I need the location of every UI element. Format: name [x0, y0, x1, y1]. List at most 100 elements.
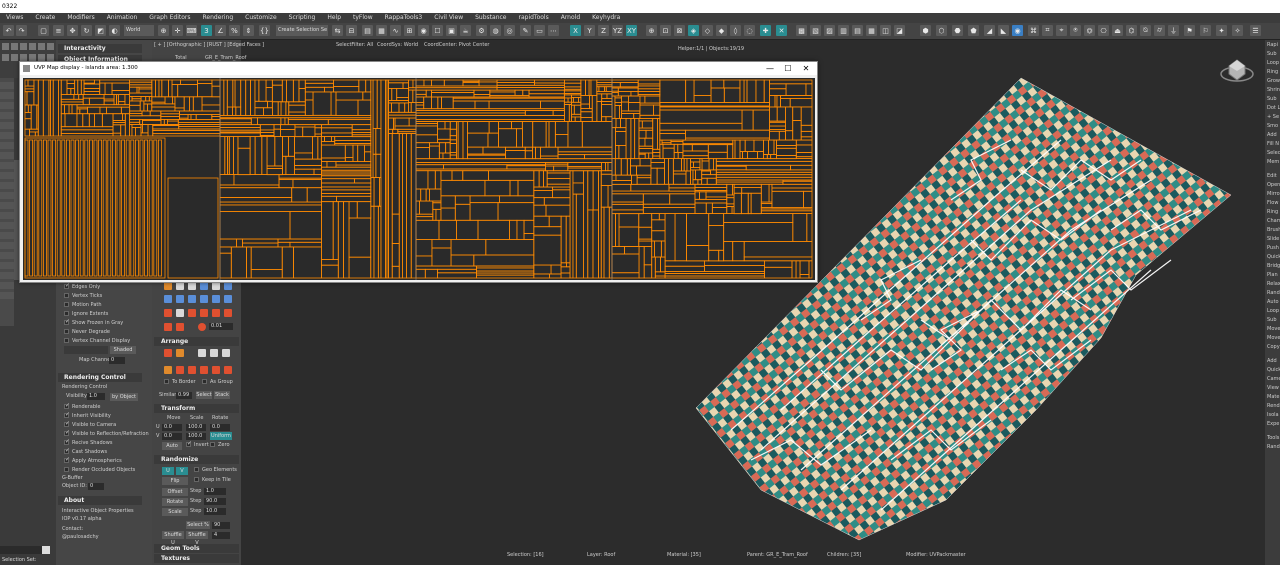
- flip-c-icon[interactable]: [212, 309, 220, 317]
- plugin-f-icon[interactable]: ▦: [866, 25, 877, 36]
- schematic-view-icon[interactable]: ⊞: [404, 25, 415, 36]
- uv-tool-b-icon[interactable]: [176, 282, 184, 290]
- render-frame-icon[interactable]: ▣: [446, 25, 457, 36]
- align-e-icon[interactable]: [212, 295, 220, 303]
- menu-graph-editors[interactable]: Graph Editors: [143, 13, 196, 23]
- explorer-row[interactable]: [0, 212, 14, 219]
- right-panel-item[interactable]: Slide: [1267, 236, 1279, 242]
- right-panel-item[interactable]: Move: [1267, 326, 1280, 332]
- uv-tool-d-icon[interactable]: [200, 282, 208, 290]
- plugin-l-icon[interactable]: ⬟: [968, 25, 979, 36]
- explorer-row[interactable]: [0, 102, 14, 109]
- menu-substance[interactable]: Substance: [469, 13, 512, 23]
- stack-c-icon[interactable]: [188, 366, 196, 374]
- right-panel-item[interactable]: Dot L: [1267, 105, 1280, 111]
- menu-tyflow[interactable]: tyFlow: [347, 13, 379, 23]
- render-prop-cast-shadows[interactable]: Cast Shadows: [64, 447, 107, 456]
- right-panel-item[interactable]: Open: [1267, 182, 1280, 188]
- uv-tool-e-icon[interactable]: [212, 282, 220, 290]
- tool-d-icon[interactable]: ✎: [520, 25, 531, 36]
- rollout-randomize[interactable]: Randomize: [154, 455, 239, 464]
- plugin-ad-icon[interactable]: ✧: [1232, 25, 1243, 36]
- maximize-icon[interactable]: ☐: [778, 62, 798, 75]
- uniform-button[interactable]: Uniform: [210, 432, 232, 440]
- auto-dropdown[interactable]: Auto: [162, 442, 182, 450]
- plugin-q-icon[interactable]: ⌗: [1042, 25, 1053, 36]
- select-by-name-icon[interactable]: ≡: [53, 25, 64, 36]
- display-prop-ignore-extents[interactable]: Ignore Extents: [64, 310, 108, 318]
- rollout-about[interactable]: About: [58, 496, 142, 505]
- plugin-p-icon[interactable]: ⌘: [1028, 25, 1039, 36]
- uv-tool-c-icon[interactable]: [188, 282, 196, 290]
- align-b-icon[interactable]: [176, 295, 184, 303]
- plugin-ab-icon[interactable]: ⚐: [1200, 25, 1211, 36]
- shuffle-spinner[interactable]: 4: [212, 532, 230, 539]
- explorer-row[interactable]: [0, 142, 14, 149]
- arrange-a-icon[interactable]: [164, 349, 172, 357]
- right-panel-item[interactable]: Copy: [1267, 344, 1280, 350]
- move-u-spinner[interactable]: 0.0: [162, 424, 182, 431]
- tool-c-icon[interactable]: ◎: [504, 25, 515, 36]
- arrange-d-icon[interactable]: [210, 349, 218, 357]
- explorer-icon-k[interactable]: [38, 54, 45, 61]
- explorer-icon-c[interactable]: [20, 43, 27, 50]
- explorer-icon-f[interactable]: [47, 43, 54, 50]
- plugin-a-icon[interactable]: ▩: [796, 25, 807, 36]
- plugin-h-icon[interactable]: ◪: [894, 25, 905, 36]
- undo-icon[interactable]: ↶: [3, 25, 14, 36]
- menu-views[interactable]: Views: [0, 13, 29, 23]
- plugin-y-icon[interactable]: ⌭: [1154, 25, 1165, 36]
- right-panel-item[interactable]: Plan: [1267, 272, 1278, 278]
- display-prop-motion-path[interactable]: Motion Path: [64, 301, 102, 309]
- rollout-textures[interactable]: Textures: [154, 554, 239, 563]
- plugin-x-icon[interactable]: ⍉: [1140, 25, 1151, 36]
- stack-f-icon[interactable]: [224, 366, 232, 374]
- right-panel-item[interactable]: Expe: [1267, 421, 1279, 427]
- flip-a-icon[interactable]: [188, 309, 196, 317]
- explorer-row[interactable]: [0, 112, 14, 119]
- rollout-rendering-control[interactable]: Rendering Control: [58, 373, 142, 382]
- explorer-row[interactable]: [0, 262, 14, 269]
- select-percent-spinner[interactable]: 90: [212, 522, 230, 529]
- plugin-aa-icon[interactable]: ⚑: [1184, 25, 1195, 36]
- plugin-e-icon[interactable]: ▤: [852, 25, 863, 36]
- tool-b-icon[interactable]: ◍: [490, 25, 501, 36]
- stack-button[interactable]: Stack: [214, 391, 230, 399]
- render-prop-receive-shadows[interactable]: Recive Shadows: [64, 438, 112, 447]
- mirror-icon[interactable]: ⇆: [332, 25, 343, 36]
- arrange-b-icon[interactable]: [176, 349, 184, 357]
- render-prop-inherit-visibility[interactable]: Inherit Visibility: [64, 411, 111, 420]
- rotate-icon[interactable]: ↻: [81, 25, 92, 36]
- tool-e-icon[interactable]: ▭: [534, 25, 545, 36]
- render-prop-visible-camera[interactable]: Visible to Camera: [64, 420, 116, 429]
- scale-random-button[interactable]: Scale: [162, 508, 188, 516]
- percent-snap-icon[interactable]: %: [229, 25, 240, 36]
- viewport-label[interactable]: [ + ] [Orthographic ] [RUST ] [Edged Fac…: [154, 42, 264, 48]
- explorer-icon-i[interactable]: [20, 54, 27, 61]
- geo-elements-option[interactable]: Geo Elements: [194, 466, 237, 474]
- explorer-icon-b[interactable]: [11, 43, 18, 50]
- right-panel-item[interactable]: Cham: [1267, 218, 1280, 224]
- rotate-ccw-icon[interactable]: [164, 309, 172, 317]
- similar-spinner[interactable]: 0.99: [176, 392, 192, 399]
- select-object-icon[interactable]: ▢: [38, 25, 49, 36]
- explorer-icon-h[interactable]: [11, 54, 18, 61]
- right-panel-item[interactable]: Ring: [1267, 209, 1278, 215]
- curve-editor-icon[interactable]: ∿: [390, 25, 401, 36]
- right-panel-item[interactable]: Loop: [1267, 60, 1279, 66]
- stack-d-icon[interactable]: [200, 366, 208, 374]
- right-panel-item[interactable]: Rend: [1267, 403, 1280, 409]
- invert-option[interactable]: Invert: [186, 440, 209, 449]
- right-panel-item[interactable]: Rand: [1267, 444, 1280, 450]
- arrange-c-icon[interactable]: [198, 349, 206, 357]
- explorer-row[interactable]: [0, 82, 14, 89]
- right-panel-item[interactable]: Relax: [1267, 281, 1280, 287]
- gizmo-g-icon[interactable]: ◊: [730, 25, 741, 36]
- object-id-spinner[interactable]: 0: [88, 483, 104, 490]
- explorer-row[interactable]: [0, 242, 14, 249]
- material-editor-icon[interactable]: ◉: [418, 25, 429, 36]
- uv-window-titlebar[interactable]: UVP Map display - islands area: 1.300 — …: [20, 62, 817, 75]
- right-panel-item[interactable]: Grow: [1267, 78, 1280, 84]
- right-panel-item[interactable]: Rapi: [1267, 42, 1278, 48]
- explorer-icon-d[interactable]: [29, 43, 36, 50]
